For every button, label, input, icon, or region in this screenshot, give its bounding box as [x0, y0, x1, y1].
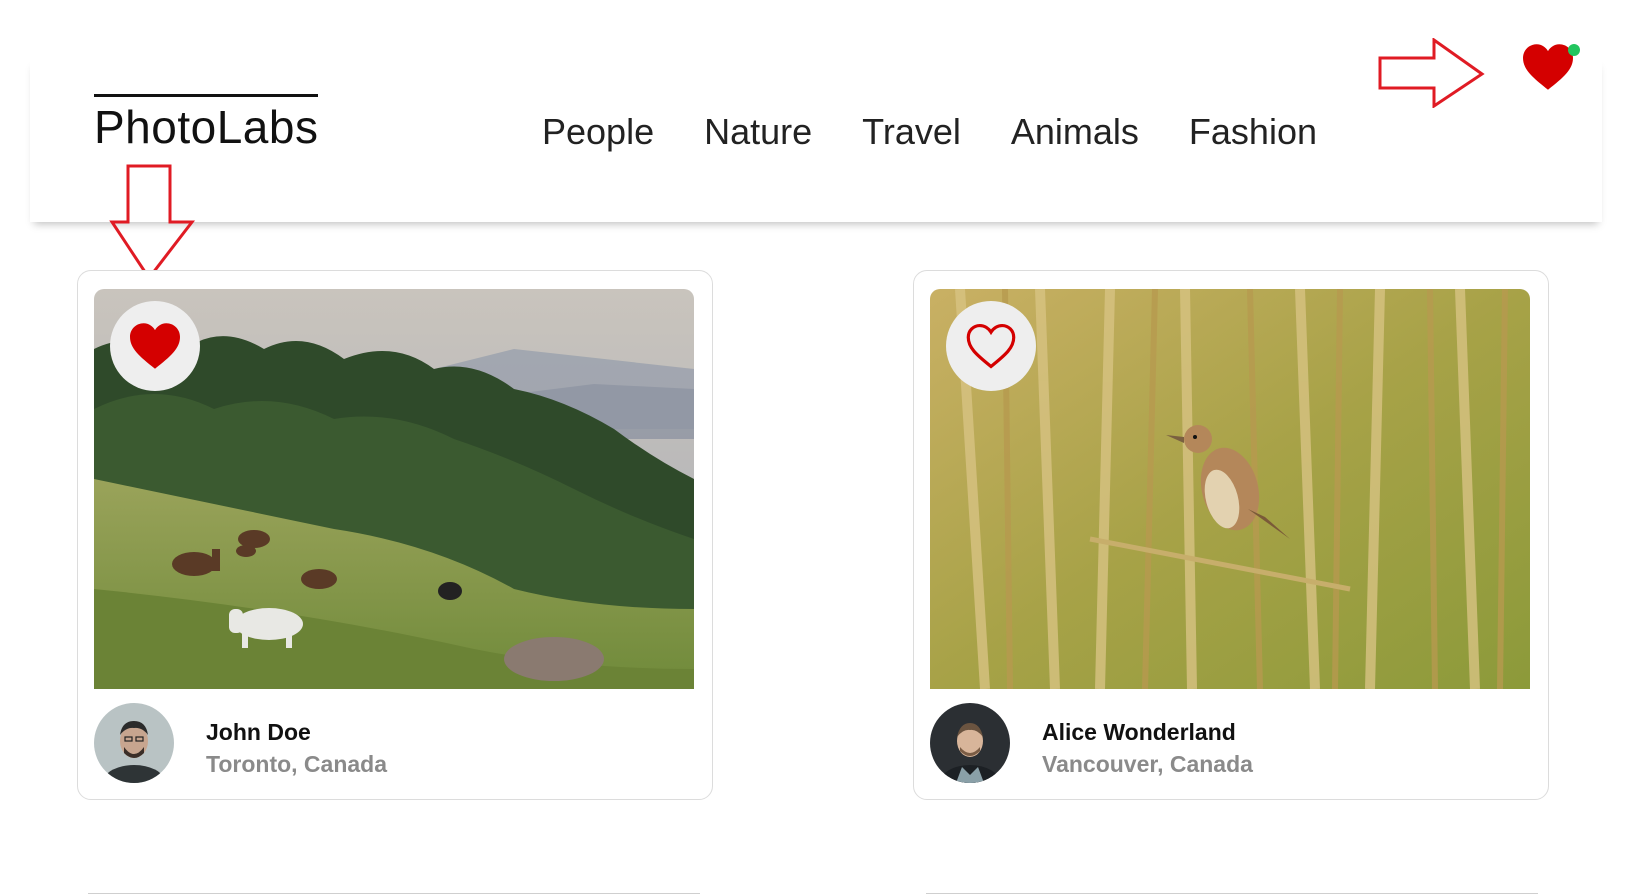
top-navigation-bar: PhotoLabs People Nature Travel Animals F… — [30, 58, 1602, 222]
annotation-arrow-right-icon — [1378, 38, 1485, 108]
photo-image[interactable] — [930, 289, 1530, 689]
photo-image[interactable] — [94, 289, 694, 689]
favorite-button[interactable] — [110, 301, 200, 391]
avatar — [930, 703, 1010, 783]
user-name: Alice Wonderland — [1042, 719, 1236, 745]
annotation-arrow-down-icon — [109, 164, 196, 281]
topic-nature[interactable]: Nature — [704, 112, 812, 152]
favorite-button[interactable] — [946, 301, 1036, 391]
heart-icon-outline — [966, 323, 1016, 369]
notification-dot — [1568, 44, 1580, 56]
topic-travel[interactable]: Travel — [862, 112, 961, 152]
heart-icon-filled — [130, 323, 180, 369]
user-location: Toronto, Canada — [206, 751, 388, 777]
topic-animals[interactable]: Animals — [1011, 112, 1139, 152]
photo-card: Alice Wonderland Vancouver, Canada — [913, 270, 1549, 800]
user-location: Vancouver, Canada — [1042, 751, 1253, 777]
topic-people[interactable]: People — [542, 112, 654, 152]
avatar — [94, 703, 174, 783]
user-name: John Doe — [206, 719, 311, 745]
logo[interactable]: PhotoLabs — [94, 94, 319, 151]
topic-fashion[interactable]: Fashion — [1189, 112, 1317, 152]
favorites-badge[interactable] — [1520, 38, 1582, 94]
photo-card: John Doe Toronto, Canada — [77, 270, 713, 800]
topic-list: People Nature Travel Animals Fashion — [542, 112, 1367, 152]
